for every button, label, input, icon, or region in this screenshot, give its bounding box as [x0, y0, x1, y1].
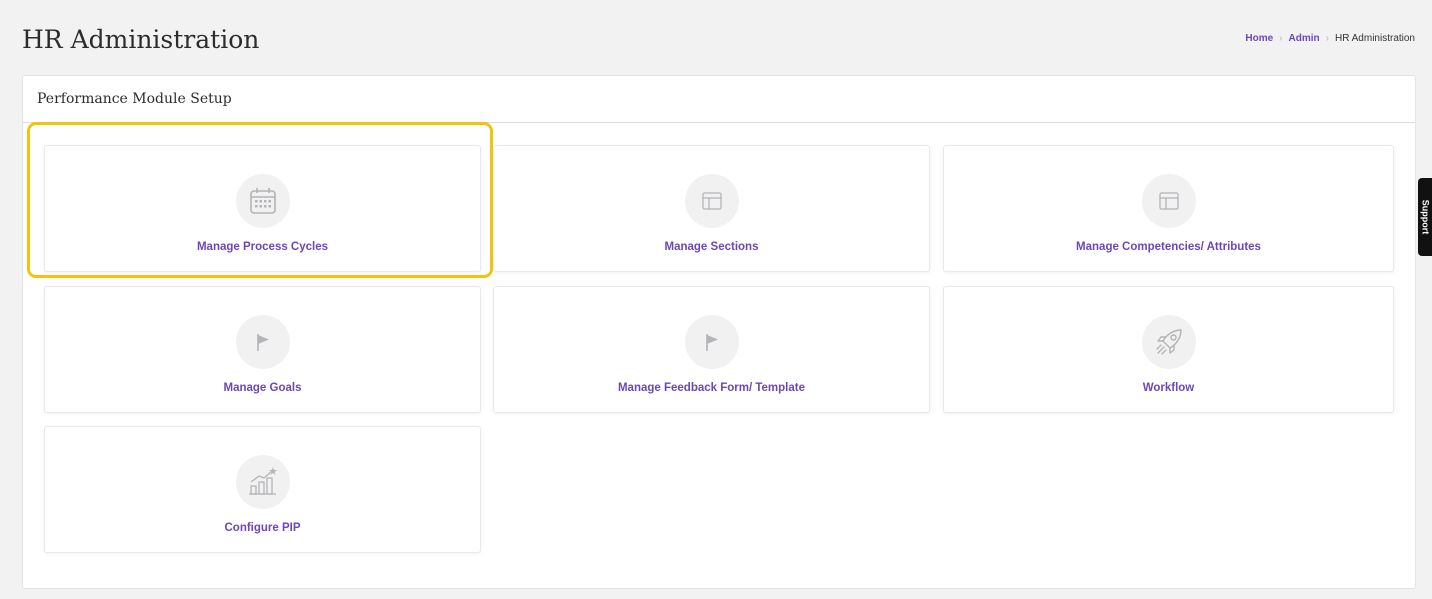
- panel-header: Performance Module Setup: [23, 76, 1415, 123]
- card-label: Manage Feedback Form/ Template: [617, 382, 806, 394]
- chevron-right-icon: ›: [1325, 33, 1329, 44]
- card-label: Manage Competencies/ Attributes: [1076, 241, 1261, 253]
- card-label: Manage Sections: [664, 241, 759, 253]
- panel-title: Performance Module Setup: [37, 91, 232, 107]
- flag-icon: [235, 315, 290, 369]
- support-label: Support: [1420, 199, 1430, 235]
- breadcrumb-admin[interactable]: Admin: [1289, 33, 1320, 44]
- card-configure-pip[interactable]: Configure PIP: [44, 426, 481, 553]
- card-label: Manage Process Cycles: [196, 241, 329, 253]
- card-workflow[interactable]: Workflow: [943, 286, 1394, 413]
- layout-icon: [684, 174, 739, 228]
- calendar-icon: [235, 174, 290, 228]
- breadcrumb-home[interactable]: Home: [1245, 33, 1273, 44]
- card-label: Manage Goals: [223, 382, 302, 394]
- chevron-right-icon: ›: [1279, 33, 1283, 44]
- growth-chart-icon: [235, 455, 290, 509]
- layout-icon: [1141, 174, 1196, 228]
- support-tab[interactable]: Support: [1418, 178, 1432, 256]
- rocket-icon: [1141, 315, 1196, 369]
- breadcrumb-current: HR Administration: [1334, 33, 1415, 44]
- card-manage-sections[interactable]: Manage Sections: [493, 145, 930, 272]
- card-label: Configure PIP: [224, 522, 301, 534]
- card-manage-process-cycles[interactable]: Manage Process Cycles: [44, 145, 481, 272]
- card-manage-feedback-form[interactable]: Manage Feedback Form/ Template: [493, 286, 930, 413]
- flag-icon: [684, 315, 739, 369]
- card-manage-goals[interactable]: Manage Goals: [44, 286, 481, 413]
- card-label: Workflow: [1142, 382, 1195, 394]
- page-title: HR Administration: [22, 25, 260, 54]
- card-manage-competencies[interactable]: Manage Competencies/ Attributes: [943, 145, 1394, 272]
- breadcrumb: Home › Admin › HR Administration: [1245, 33, 1415, 44]
